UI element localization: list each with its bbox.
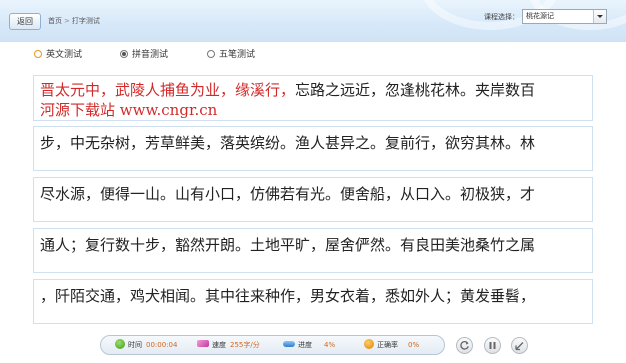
speed-value: 255字/分	[230, 341, 260, 349]
pause-icon	[489, 342, 496, 349]
restart-icon	[460, 340, 469, 350]
breadcrumb: 首页 > 打字测试	[48, 16, 100, 26]
progress-value: 4%	[324, 341, 336, 349]
pending-text: 尽水源，便得一山。山有小口，仿佛若有光。便舍船，从口入。初极狭，才	[40, 185, 536, 203]
time-value: 00:00:04	[146, 341, 178, 349]
mode-wubi[interactable]: 五笔测试	[207, 49, 255, 63]
progress-label: 进度	[298, 341, 312, 349]
course-select[interactable]: 桃花源记	[522, 9, 607, 24]
radio-pinyin[interactable]	[120, 50, 128, 58]
progress-icon	[283, 341, 295, 347]
text-line-2[interactable]: 步，中无杂树，芳草鲜美，落英缤纷。渔人甚异之。复前行，欲穷其林。林	[33, 126, 593, 171]
stat-speed: 速度 255字/分	[197, 336, 260, 354]
mode-pinyin-label: 拼音测试	[132, 50, 169, 60]
course-select-value: 桃花源记	[526, 12, 554, 20]
mode-english-label: 英文测试	[46, 50, 83, 60]
test-mode-group: 英文测试 拼音测试 五笔测试	[0, 49, 626, 63]
course-select-label: 课程选择：	[484, 13, 519, 21]
time-label: 时间	[128, 341, 142, 349]
exit-icon	[515, 342, 524, 351]
mode-wubi-label: 五笔测试	[219, 50, 256, 60]
speed-label: 速度	[212, 341, 226, 349]
typed-text: 晋太元中，武陵人捕鱼为业，缘溪行，	[40, 81, 296, 99]
chevron-down-icon[interactable]	[593, 10, 606, 23]
pending-text: ，阡陌交通，鸡犬相闻。其中往来种作，男女衣着，悉如外人；黄发垂髫，	[40, 287, 536, 305]
mode-english[interactable]: 英文测试	[34, 49, 82, 63]
accuracy-value: 0%	[408, 341, 420, 349]
stat-progress: 进度 4%	[283, 336, 335, 354]
speed-icon	[197, 340, 209, 347]
radio-english[interactable]	[34, 50, 42, 58]
text-line-1[interactable]: 晋太元中，武陵人捕鱼为业，缘溪行，忘路之远近，忽逢桃花林。夹岸数百 河源下载站 …	[33, 75, 593, 121]
status-bar: 时间 00:00:04 速度 255字/分 进度 4% 正确率 0%	[100, 335, 445, 355]
pause-button[interactable]	[484, 337, 501, 354]
pending-text: 通人；复行数十步，豁然开朗。土地平旷，屋舍俨然。有良田美池桑竹之属	[40, 236, 536, 254]
breadcrumb-home[interactable]: 首页	[48, 17, 62, 25]
radio-wubi[interactable]	[207, 50, 215, 58]
text-line-5[interactable]: ，阡陌交通，鸡犬相闻。其中往来种作，男女衣着，悉如外人；黄发垂髫，	[33, 279, 593, 324]
top-bar: 返回 首页 > 打字测试 课程选择： 桃花源记	[0, 0, 626, 42]
stat-accuracy: 正确率 0%	[364, 336, 419, 354]
mode-pinyin[interactable]: 拼音测试	[120, 49, 168, 63]
exit-button[interactable]	[511, 337, 528, 354]
breadcrumb-separator: >	[64, 17, 70, 25]
breadcrumb-current: 打字测试	[71, 17, 100, 25]
pending-text: 步，中无杂树，芳草鲜美，落英缤纷。渔人甚异之。复前行，欲穷其林。林	[40, 134, 536, 152]
restart-button[interactable]	[456, 337, 473, 354]
pending-text: 忘路之远近，忽逢桃花林。夹岸数百	[295, 81, 536, 99]
back-button[interactable]: 返回	[9, 13, 41, 30]
accuracy-icon	[364, 339, 374, 349]
accuracy-label: 正确率	[377, 341, 398, 349]
clock-icon	[115, 339, 125, 349]
text-line-3[interactable]: 尽水源，便得一山。山有小口，仿佛若有光。便舍船，从口入。初极狭，才	[33, 177, 593, 222]
text-line-4[interactable]: 通人；复行数十步，豁然开朗。土地平旷，屋舍俨然。有良田美池桑竹之属	[33, 228, 593, 273]
stat-time: 时间 00:00:04	[115, 336, 177, 354]
watermark-text: 河源下载站 www.cngr.cn	[40, 101, 218, 119]
